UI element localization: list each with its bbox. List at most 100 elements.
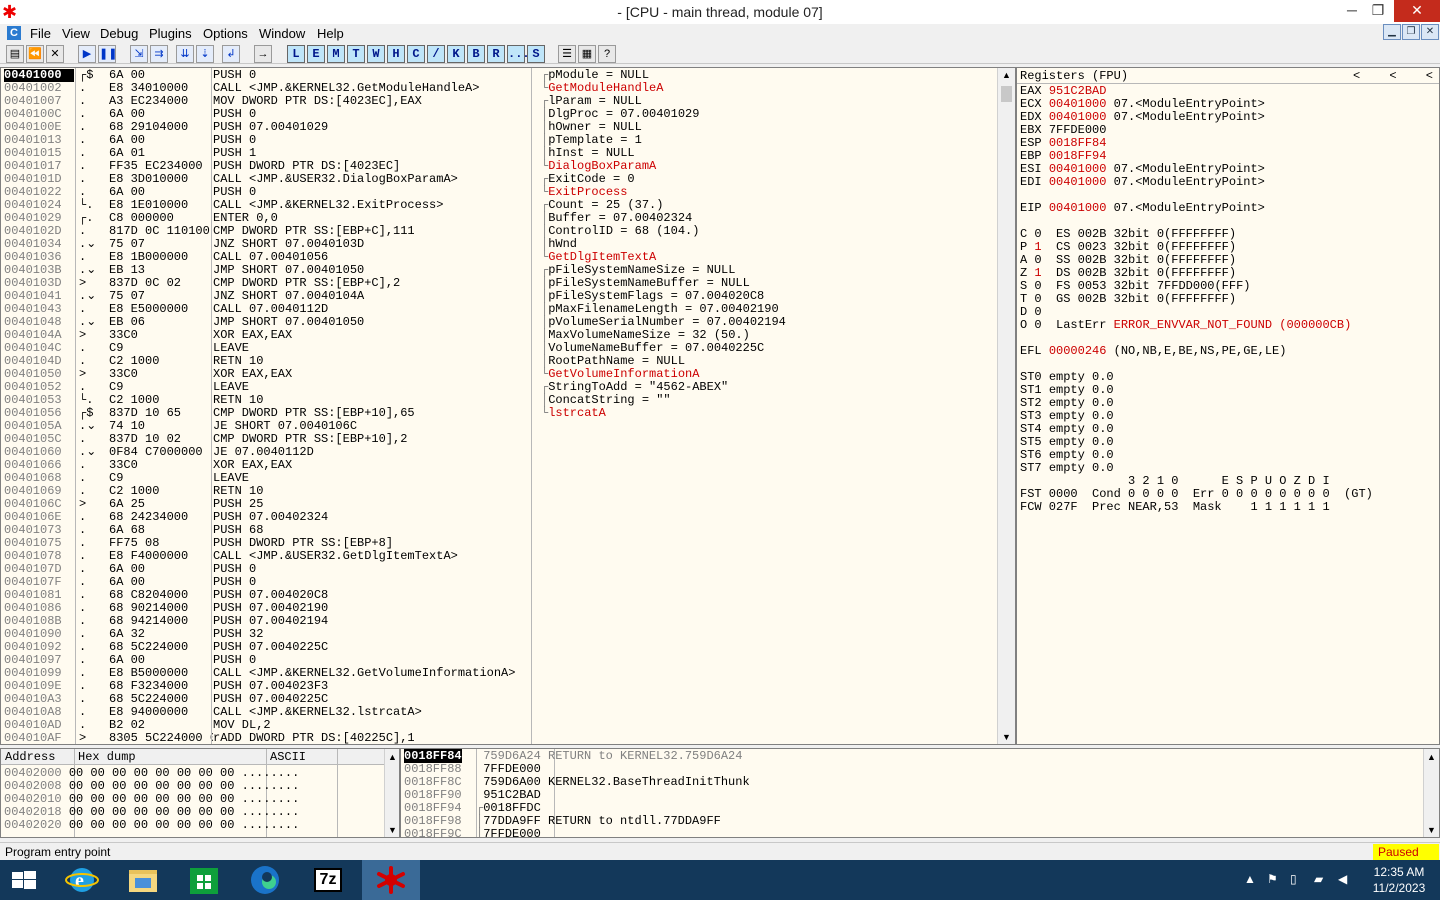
row-instruction[interactable]: PUSH 07.00401029 xyxy=(213,121,531,134)
list-view-icon[interactable]: ☰ xyxy=(558,45,576,63)
stack-value[interactable]: 951C2BAD xyxy=(483,788,541,802)
dump-ascii[interactable]: ........ xyxy=(242,818,300,832)
fpu-control-word[interactable]: FCW 027F Prec NEAR,53 Mask 1 1 1 1 1 1 xyxy=(1020,501,1373,514)
register-line[interactable]: EFL 00000246 (NO,NB,E,BE,NS,PE,GE,LE) xyxy=(1020,345,1373,358)
menu-debug[interactable]: Debug xyxy=(100,26,138,41)
step-over-icon[interactable]: ⇉ xyxy=(150,45,168,63)
help-icon[interactable]: ? xyxy=(598,45,616,63)
stack-value[interactable]: 759D6A00 xyxy=(483,775,541,789)
source-button[interactable]: S xyxy=(527,45,545,63)
register-value[interactable]: 0018FF94 xyxy=(1049,149,1107,163)
handles-button[interactable]: H xyxy=(387,45,405,63)
scroll-up-icon[interactable]: ▲ xyxy=(388,752,397,762)
register-value[interactable]: 0018FF84 xyxy=(1049,136,1107,150)
stack-pane[interactable]: 0018FF84 759D6A24 RETURN to KERNEL32.759… xyxy=(400,748,1440,838)
hex-dump-pane[interactable]: Address Hex dump ASCII 00402000 00 00 00… xyxy=(0,748,400,838)
fpu-value[interactable]: 0.0 xyxy=(1092,422,1114,436)
windows-button[interactable]: W xyxy=(367,45,385,63)
dump-row[interactable]: 00402020 00 00 00 00 00 00 00 00 .......… xyxy=(4,819,299,832)
reg-arrow-3[interactable]: < xyxy=(1426,69,1433,83)
trace-into-icon[interactable]: ⇊ xyxy=(176,45,194,63)
flag-value[interactable]: 0 xyxy=(1034,253,1041,267)
reg-arrow-1[interactable]: < xyxy=(1353,69,1360,83)
menu-window[interactable]: Window xyxy=(259,26,305,41)
trace-over-icon[interactable]: ⇣ xyxy=(196,45,214,63)
step-into-icon[interactable]: ⇲ xyxy=(130,45,148,63)
dump-hex[interactable]: 00 00 00 00 00 00 00 00 xyxy=(69,818,235,832)
fpu-value[interactable]: 0.0 xyxy=(1092,461,1114,475)
fpu-value[interactable]: 0.0 xyxy=(1092,448,1114,462)
open-file-icon[interactable]: ▤ xyxy=(6,45,24,63)
references-button[interactable]: R xyxy=(487,45,505,63)
mdi-minimize-button[interactable]: ▁ xyxy=(1383,24,1401,40)
fpu-value[interactable]: 0.0 xyxy=(1092,435,1114,449)
row-instruction[interactable]: CALL <JMP.&USER32.DialogBoxParamA> xyxy=(213,173,531,186)
row-instruction[interactable]: MOV DWORD PTR DS:[4023EC],EAX xyxy=(213,95,531,108)
row-instruction[interactable]: PUSH 0 xyxy=(213,563,531,576)
register-value[interactable]: 00000246 xyxy=(1049,344,1107,358)
registers-pane[interactable]: Registers (FPU) < < < EAX 951C2BAD ECX 0… xyxy=(1016,67,1440,745)
row-hex[interactable]: 33C0 xyxy=(109,459,213,472)
scroll-down-icon[interactable]: ▼ xyxy=(1427,825,1436,835)
register-value[interactable]: 7FFDE000 xyxy=(1049,123,1107,137)
row-address[interactable]: 004010AF xyxy=(4,732,74,745)
patches-button[interactable]: / xyxy=(427,45,445,63)
register-value[interactable]: 00401000 xyxy=(1049,110,1107,124)
flag-value[interactable]: 0 xyxy=(1034,292,1041,306)
tray-flag-icon[interactable]: ⚑ xyxy=(1267,872,1278,886)
go-to-address-icon[interactable]: → xyxy=(254,45,272,63)
menu-file[interactable]: File xyxy=(30,26,51,41)
run-trace-button[interactable]: ... xyxy=(507,45,530,63)
fpu-value[interactable]: 0.0 xyxy=(1092,383,1114,397)
dump-hex[interactable]: 00 00 00 00 00 00 00 00 xyxy=(69,792,235,806)
flag-value[interactable]: 0 xyxy=(1034,305,1041,319)
scroll-down-icon[interactable]: ▼ xyxy=(1002,732,1011,742)
stack-value[interactable]: 759D6A24 xyxy=(483,749,541,763)
register-line[interactable]: EIP 00401000 07.<ModuleEntryPoint> xyxy=(1020,202,1373,215)
dump-header-hex[interactable]: Hex dump xyxy=(78,750,136,764)
appearance-grid-icon[interactable]: ▦ xyxy=(578,45,596,63)
row-instruction[interactable]: rADD DWORD PTR DS:[40225C],1 xyxy=(213,732,531,745)
memory-map-button[interactable]: M xyxy=(327,45,345,63)
tray-network-icon[interactable]: ▰ xyxy=(1314,872,1323,886)
tray-expand-icon[interactable]: ▲ xyxy=(1244,872,1256,886)
register-value[interactable]: 00401000 xyxy=(1049,97,1107,111)
disassembly-scrollbar[interactable]: ▲ ▼ xyxy=(997,68,1015,744)
row-instruction[interactable]: XOR EAX,EAX xyxy=(213,368,531,381)
mdi-restore-button[interactable]: ❐ xyxy=(1402,24,1420,40)
flag-value[interactable]: 1 xyxy=(1034,266,1041,280)
mdi-child-icon[interactable]: C xyxy=(7,26,21,40)
scroll-up-icon[interactable]: ▲ xyxy=(1427,752,1436,762)
tray-volume-icon[interactable]: ◀ xyxy=(1338,872,1347,886)
row-hex[interactable]: 33C0 xyxy=(109,329,213,342)
stack-row[interactable]: 0018FF9C │7FFDE000 xyxy=(404,828,750,838)
cpu-button[interactable]: C xyxy=(407,45,425,63)
dump-ascii[interactable]: ........ xyxy=(242,805,300,819)
menu-help[interactable]: Help xyxy=(317,26,344,41)
dump-scrollbar[interactable]: ▲ ▼ xyxy=(384,749,399,837)
stack-value[interactable]: 7FFDE000 xyxy=(483,762,541,776)
ollydbg-icon[interactable] xyxy=(362,860,420,900)
dump-hex[interactable]: 00 00 00 00 00 00 00 00 xyxy=(69,779,235,793)
registers-header[interactable]: Registers (FPU) < < < xyxy=(1017,68,1439,84)
register-value[interactable]: 00401000 xyxy=(1049,201,1107,215)
menu-options[interactable]: Options xyxy=(203,26,248,41)
dump-ascii[interactable]: ........ xyxy=(242,779,300,793)
register-value[interactable]: 00401000 xyxy=(1049,162,1107,176)
run-icon[interactable]: ▶ xyxy=(78,45,96,63)
mdi-close-button[interactable]: ✕ xyxy=(1421,24,1439,40)
execute-till-return-icon[interactable]: ↲ xyxy=(222,45,240,63)
stack-value[interactable]: 7FFDE000 xyxy=(483,827,541,838)
register-line[interactable]: EDI 00401000 07.<ModuleEntryPoint> xyxy=(1020,176,1373,189)
row-instruction[interactable]: PUSH 0 xyxy=(213,134,531,147)
scroll-down-icon[interactable]: ▼ xyxy=(388,825,397,835)
stack-value[interactable]: 0018FFDC xyxy=(483,801,541,815)
row-hex[interactable]: 33C0 xyxy=(109,368,213,381)
flag-value[interactable]: 0 xyxy=(1034,279,1041,293)
dump-header-address[interactable]: Address xyxy=(5,750,55,764)
maximize-button[interactable]: ❐ xyxy=(1362,0,1394,22)
threads-button[interactable]: T xyxy=(347,45,365,63)
row-hex[interactable]: 8305 5C224000 01 xyxy=(109,732,213,745)
dump-ascii[interactable]: ........ xyxy=(242,766,300,780)
fpu-value[interactable]: 0.0 xyxy=(1092,396,1114,410)
